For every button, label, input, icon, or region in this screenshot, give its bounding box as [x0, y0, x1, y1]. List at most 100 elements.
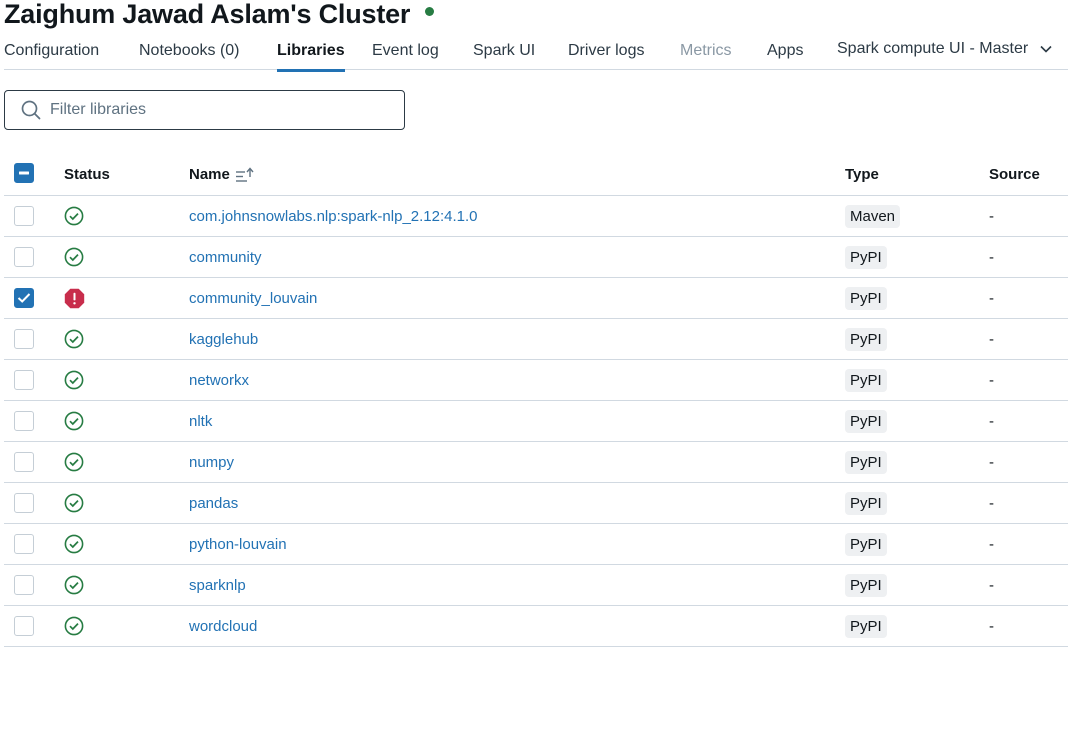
header-name-label: Name	[189, 166, 230, 183]
library-type-badge: PyPI	[845, 573, 887, 597]
success-check-circle-icon	[64, 452, 84, 472]
type-cell: PyPI	[845, 565, 887, 605]
type-cell: PyPI	[845, 483, 887, 523]
library-source: -	[989, 330, 994, 348]
page-title: Zaighum Jawad Aslam's Cluster	[4, 0, 411, 29]
row-checkbox[interactable]	[14, 247, 34, 267]
library-type-badge: PyPI	[845, 327, 887, 351]
row-checkbox[interactable]	[14, 411, 34, 431]
status-cell	[64, 278, 85, 318]
checkmark-icon	[17, 293, 31, 303]
library-name-link[interactable]: python-louvain	[189, 524, 287, 564]
tab-metrics: Metrics	[680, 42, 732, 59]
library-type-badge: PyPI	[845, 409, 887, 433]
tab-libraries[interactable]: Libraries	[277, 42, 345, 72]
row-checkbox[interactable]	[14, 493, 34, 513]
header-status: Status	[64, 166, 110, 183]
chevron-down-icon	[1040, 45, 1052, 53]
library-name-link[interactable]: com.johnsnowlabs.nlp:spark-nlp_2.12:4.1.…	[189, 196, 478, 236]
library-name-link[interactable]: numpy	[189, 442, 234, 482]
status-cell	[64, 237, 84, 277]
row-checkbox-cell	[14, 483, 34, 523]
row-checkbox[interactable]	[14, 575, 34, 595]
table-row: community PyPI -	[4, 237, 1068, 278]
row-checkbox-cell	[14, 401, 34, 441]
cluster-header: Zaighum Jawad Aslam's Cluster	[4, 0, 435, 32]
row-checkbox-cell	[14, 237, 34, 277]
tab-driver-logs[interactable]: Driver logs	[568, 42, 644, 60]
sort-ascending-icon[interactable]	[235, 166, 255, 183]
library-name-link[interactable]: nltk	[189, 401, 212, 441]
status-cell	[64, 483, 84, 523]
library-name-link[interactable]: community	[189, 237, 262, 277]
success-check-circle-icon	[64, 616, 84, 636]
search-icon	[21, 100, 41, 120]
header-source: Source	[989, 166, 1040, 183]
library-source: -	[989, 412, 994, 430]
type-cell: PyPI	[845, 606, 887, 646]
library-source: -	[989, 248, 994, 266]
row-checkbox[interactable]	[14, 452, 34, 472]
row-checkbox[interactable]	[14, 329, 34, 349]
tab-configuration[interactable]: Configuration	[4, 42, 99, 60]
status-cell	[64, 442, 84, 482]
library-source: -	[989, 535, 994, 553]
library-name-link[interactable]: kagglehub	[189, 319, 258, 359]
row-checkbox[interactable]	[14, 616, 34, 636]
status-cell	[64, 401, 84, 441]
library-name-link[interactable]: sparknlp	[189, 565, 246, 605]
success-check-circle-icon	[64, 493, 84, 513]
tab-bar: Configuration Notebooks (0) Libraries Ev…	[4, 34, 1068, 72]
row-checkbox[interactable]	[14, 288, 34, 308]
spark-compute-ui-dropdown[interactable]: Spark compute UI - Master	[837, 40, 1052, 58]
cluster-status-indicator	[425, 6, 435, 16]
library-source: -	[989, 494, 994, 512]
success-check-circle-icon	[64, 411, 84, 431]
row-checkbox-cell	[14, 524, 34, 564]
library-type-badge: PyPI	[845, 532, 887, 556]
status-cell	[64, 606, 84, 646]
status-cell	[64, 524, 84, 564]
status-cell	[64, 196, 84, 236]
table-row: numpy PyPI -	[4, 442, 1068, 483]
library-source: -	[989, 371, 994, 389]
library-type-badge: Maven	[845, 204, 901, 228]
success-check-circle-icon	[64, 575, 84, 595]
tab-notebooks[interactable]: Notebooks (0)	[139, 42, 240, 60]
libraries-table: Status Name Type Source com.johnsnowlabs…	[4, 153, 1068, 647]
table-row: kagglehub PyPI -	[4, 319, 1068, 360]
library-name-link[interactable]: wordcloud	[189, 606, 257, 646]
library-name-link[interactable]: community_louvain	[189, 278, 317, 318]
status-cell	[64, 319, 84, 359]
tab-event-log[interactable]: Event log	[372, 42, 439, 60]
row-checkbox-cell	[14, 319, 34, 359]
success-check-circle-icon	[64, 206, 84, 226]
library-source: -	[989, 207, 994, 225]
dropdown-label: Spark compute UI - Master	[837, 40, 1029, 57]
row-checkbox-cell	[14, 278, 34, 318]
type-cell: PyPI	[845, 237, 887, 277]
indeterminate-icon	[19, 171, 29, 175]
library-name-link[interactable]: networkx	[189, 360, 249, 400]
row-checkbox-cell	[14, 565, 34, 605]
table-row: com.johnsnowlabs.nlp:spark-nlp_2.12:4.1.…	[4, 196, 1068, 237]
table-row: pandas PyPI -	[4, 483, 1068, 524]
header-name[interactable]: Name	[189, 166, 255, 183]
select-all-checkbox[interactable]	[14, 163, 34, 183]
filter-libraries-input[interactable]	[50, 101, 390, 119]
library-type-badge: PyPI	[845, 368, 887, 392]
status-cell	[64, 360, 84, 400]
library-name-link[interactable]: pandas	[189, 483, 238, 523]
table-body: com.johnsnowlabs.nlp:spark-nlp_2.12:4.1.…	[4, 196, 1068, 647]
row-checkbox-cell	[14, 196, 34, 236]
type-cell: PyPI	[845, 524, 887, 564]
library-type-badge: PyPI	[845, 450, 887, 474]
row-checkbox[interactable]	[14, 534, 34, 554]
tab-apps[interactable]: Apps	[767, 42, 803, 60]
tab-spark-ui[interactable]: Spark UI	[473, 42, 535, 60]
row-checkbox[interactable]	[14, 206, 34, 226]
table-row: networkx PyPI -	[4, 360, 1068, 401]
filter-libraries-field[interactable]	[4, 90, 405, 130]
type-cell: PyPI	[845, 360, 887, 400]
row-checkbox[interactable]	[14, 370, 34, 390]
